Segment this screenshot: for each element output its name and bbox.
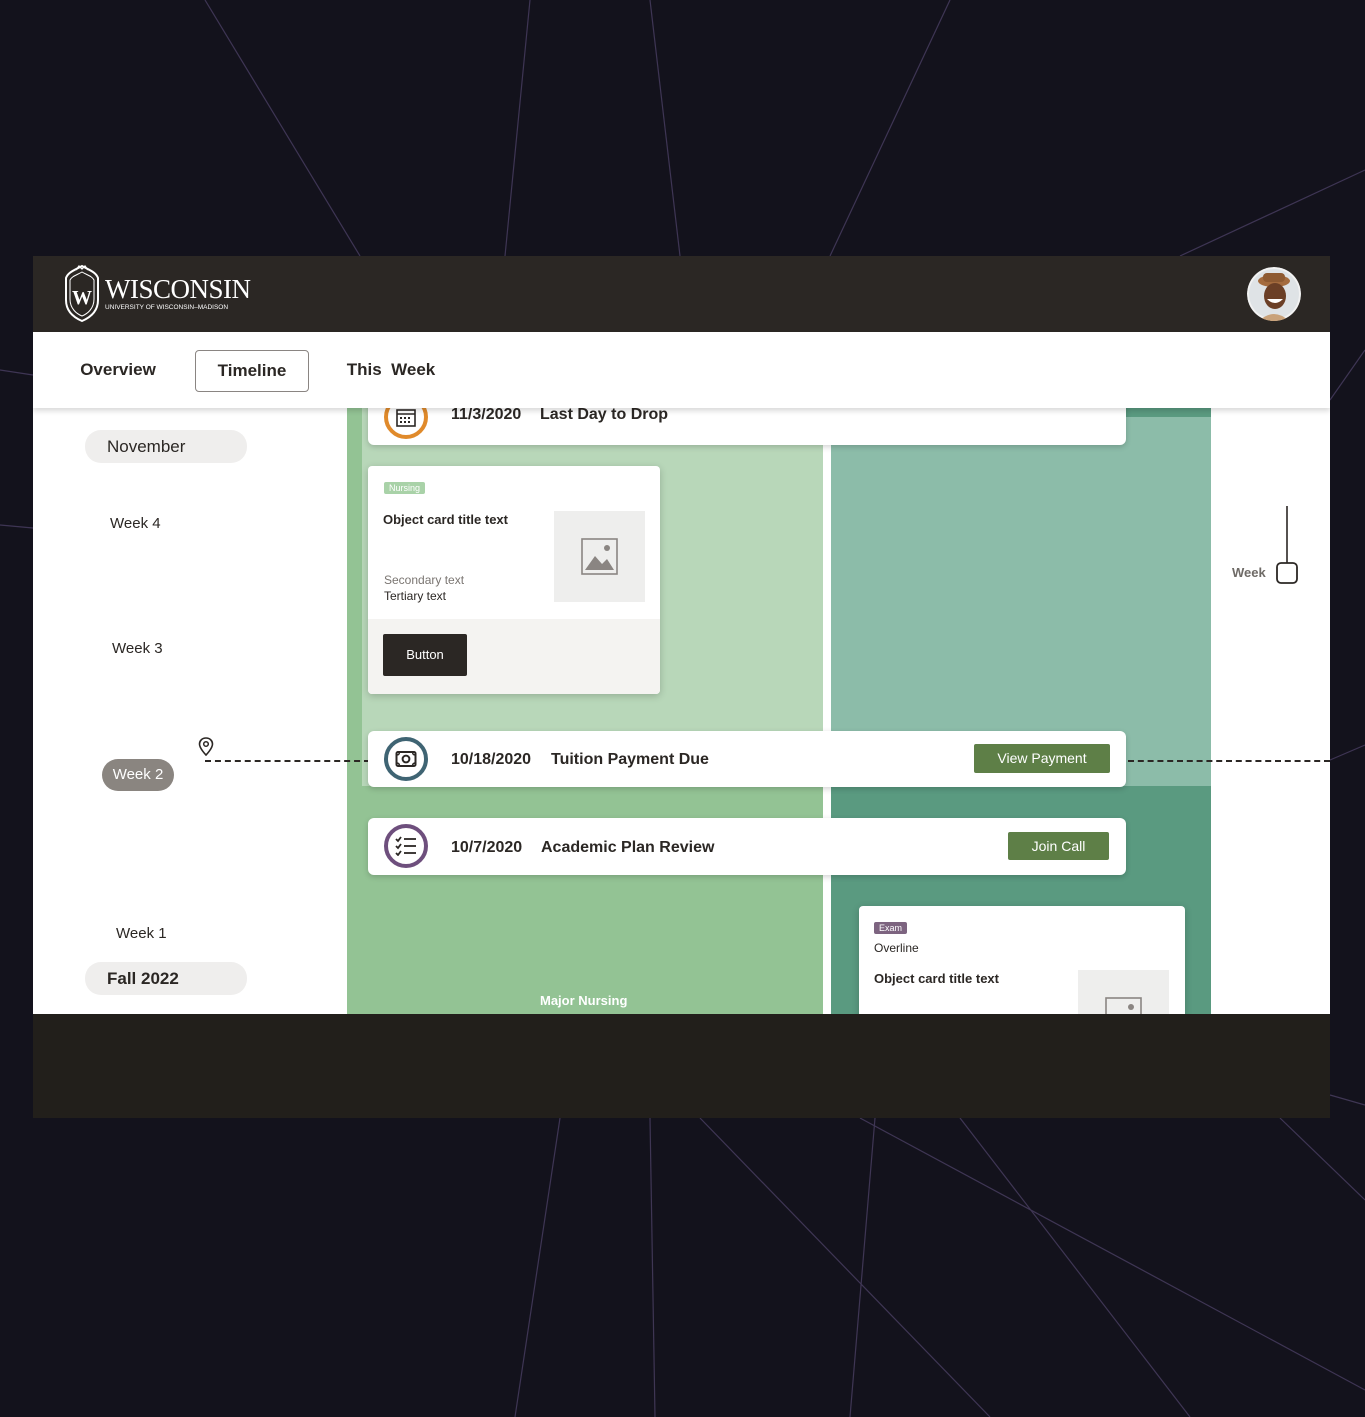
user-avatar[interactable] — [1247, 267, 1301, 321]
week-4-label[interactable]: Week 4 — [110, 515, 161, 532]
join-call-button[interactable]: Join Call — [1008, 832, 1109, 860]
card-tag: Nursing — [384, 482, 426, 494]
logo-subtitle: UNIVERSITY OF WISCONSIN–MADISON — [105, 303, 229, 311]
view-payment-button[interactable]: View Payment — [974, 744, 1110, 773]
logo-wordmark: WISCONSIN — [105, 273, 251, 304]
event-date: 10/18/2020 — [451, 751, 532, 768]
month-label: November — [85, 430, 247, 463]
event-tuition-payment-due[interactable]: 10/18/2020 Tuition Payment Due View Paym… — [368, 731, 1126, 787]
event-title: Tuition Payment Due — [551, 751, 709, 768]
app-window: W WISCONSIN UNIVERSITY OF WISCONSIN–MADI… — [33, 256, 1330, 1118]
event-title: Academic Plan Review — [541, 839, 715, 856]
image-icon — [581, 538, 618, 575]
event-date: 10/7/2020 — [451, 839, 523, 856]
lane-label: Major Nursing — [540, 993, 628, 1008]
tab-overview[interactable]: Overview — [78, 350, 158, 390]
avatar-photo — [1247, 267, 1301, 321]
card-button[interactable]: Button — [383, 634, 467, 676]
card-overline: Overline — [874, 941, 919, 955]
svg-text:W: W — [72, 287, 92, 309]
event-academic-plan-review[interactable]: 10/7/2020 Academic Plan Review Join Call — [368, 818, 1126, 875]
zoom-slider-label: Week — [1232, 565, 1266, 580]
lane-divider — [823, 408, 831, 1014]
money-icon — [384, 737, 428, 781]
card-title: Object card title text — [383, 512, 508, 527]
image-placeholder — [554, 511, 645, 602]
footer-bar — [33, 1014, 1330, 1118]
current-week-line-left — [205, 760, 370, 762]
term-label: Fall 2022 — [85, 962, 247, 995]
card-secondary-text: Secondary text — [384, 573, 465, 587]
week-1-label[interactable]: Week 1 — [116, 925, 167, 942]
card-tertiary-text: Tertiary text — [384, 589, 447, 603]
location-pin-icon — [198, 737, 214, 757]
zoom-rail — [1211, 408, 1330, 1014]
week-3-label[interactable]: Week 3 — [112, 640, 163, 657]
event-title: Last Day to Drop — [540, 406, 669, 423]
object-card-nursing[interactable]: Nursing Object card title text Secondary… — [368, 466, 660, 694]
checklist-icon — [384, 824, 428, 868]
current-week-line-right — [1128, 760, 1330, 762]
crest-icon: W — [65, 264, 99, 322]
zoom-slider[interactable] — [1273, 506, 1301, 586]
university-logo[interactable]: W WISCONSIN UNIVERSITY OF WISCONSIN–MADI… — [63, 264, 251, 322]
card-tag: Exam — [874, 922, 908, 934]
top-bar: W WISCONSIN UNIVERSITY OF WISCONSIN–MADI… — [33, 256, 1330, 332]
event-date: 11/3/2020 — [451, 406, 522, 423]
tab-timeline[interactable]: Timeline — [195, 350, 309, 392]
timeline-axis: November Week 4 Week 3 Week 2 Week 1 Fal… — [33, 408, 347, 1014]
tab-this-week[interactable]: This Week — [346, 350, 436, 390]
card-title: Object card title text — [874, 971, 999, 986]
current-week-badge[interactable]: Week 2 — [102, 759, 174, 791]
tab-bar: Overview Timeline This Week — [33, 332, 1330, 408]
